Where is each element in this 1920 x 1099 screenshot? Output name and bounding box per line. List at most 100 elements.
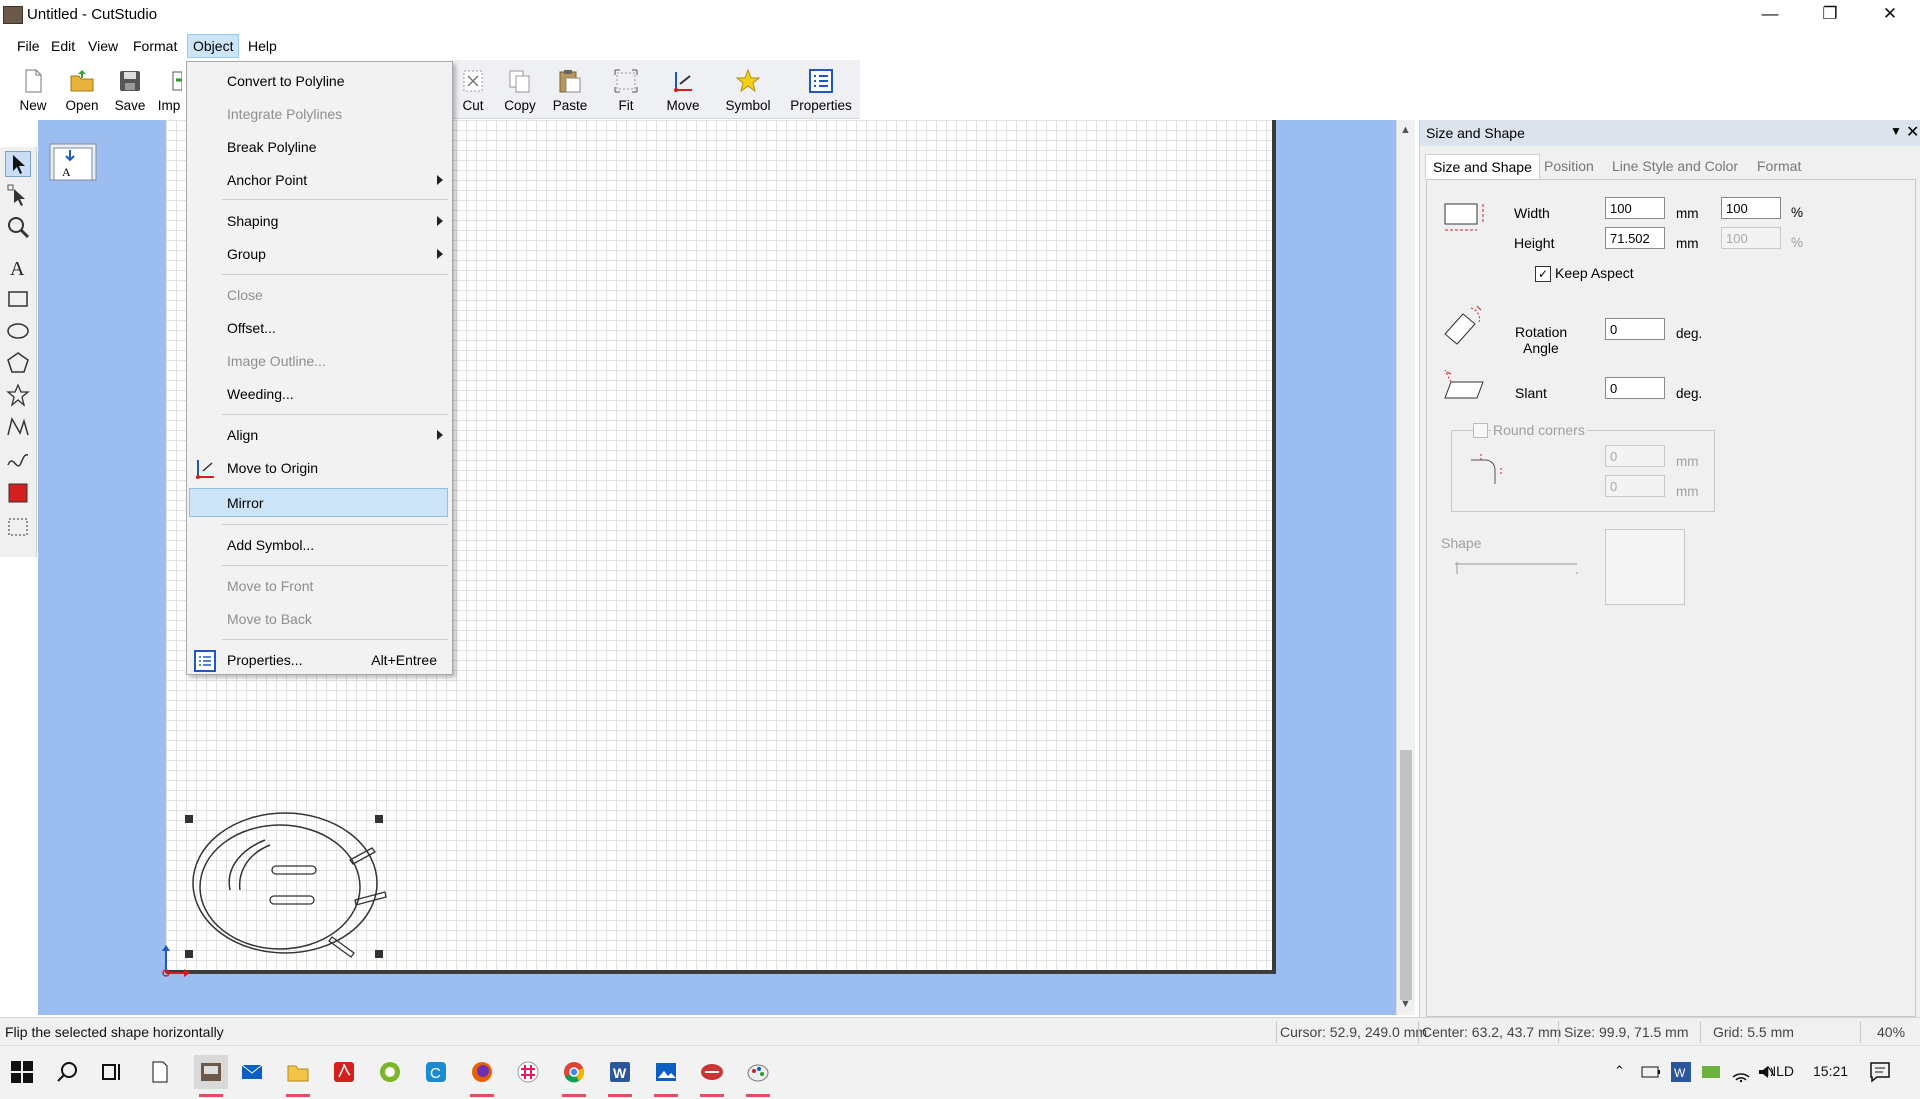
save-button[interactable]: Save	[104, 64, 156, 120]
restore-button[interactable]: ❐	[1800, 0, 1860, 30]
menu-edit[interactable]: Edit	[46, 36, 80, 56]
height-percent-unit: %	[1791, 235, 1804, 250]
tray-sync-icon[interactable]	[1700, 1061, 1722, 1083]
tray-language[interactable]: NLD	[1766, 1063, 1794, 1079]
scroll-down-arrow-icon[interactable]: ▼	[1400, 998, 1411, 1010]
menu-item-convert-to-polyline[interactable]: Convert to Polyline	[188, 68, 449, 95]
menu-file[interactable]: File	[12, 36, 45, 56]
menu-item-add-symbol[interactable]: Add Symbol...	[188, 532, 449, 559]
menu-object[interactable]: Object	[187, 34, 240, 58]
menu-item-properties[interactable]: Properties... Alt+Entree	[188, 647, 449, 674]
mail-icon[interactable]	[240, 1060, 264, 1084]
scroll-thumb[interactable]	[1400, 750, 1412, 1000]
ellipse-tool-icon[interactable]	[6, 319, 30, 343]
svg-text:A: A	[10, 258, 25, 279]
move-button[interactable]: Move	[657, 64, 709, 120]
green-app-icon[interactable]	[378, 1060, 402, 1084]
task-running-indicator	[562, 1094, 586, 1097]
node-edit-tool-icon[interactable]	[6, 183, 30, 207]
select-tool-arrow-icon[interactable]	[5, 151, 31, 177]
acrobat-icon[interactable]	[332, 1060, 356, 1084]
photos-icon[interactable]	[654, 1060, 678, 1084]
new-button[interactable]: New	[7, 64, 59, 120]
copy-button[interactable]: Copy	[494, 64, 546, 120]
taskbar: C W ⌃ W NLD 15:21	[0, 1045, 1920, 1099]
tray-wifi-icon[interactable]	[1730, 1061, 1752, 1083]
menu-item-label: Close	[227, 287, 263, 303]
polyline-tool-icon[interactable]	[6, 415, 30, 439]
tray-battery-icon[interactable]	[1640, 1061, 1662, 1083]
menu-item-offset[interactable]: Offset...	[188, 315, 449, 342]
polygon-tool-icon[interactable]	[6, 351, 30, 375]
open-button[interactable]: Open	[56, 64, 108, 120]
text-tool-icon[interactable]: A	[6, 255, 30, 280]
rectangle-tool-icon[interactable]	[6, 287, 30, 311]
panel-dropdown-icon[interactable]: ▼	[1890, 124, 1902, 138]
tab-position[interactable]: Position	[1537, 154, 1601, 178]
star-tool-icon[interactable]	[6, 383, 30, 407]
menu-item-align[interactable]: Align	[188, 422, 449, 449]
scroll-up-arrow-icon[interactable]: ▲	[1400, 124, 1411, 136]
menu-view[interactable]: View	[83, 36, 123, 56]
word-icon[interactable]: W	[608, 1060, 632, 1084]
import-button[interactable]: Imp	[152, 64, 186, 120]
cutstudio-task-icon[interactable]	[194, 1055, 228, 1089]
page-marker-icon[interactable]: A	[48, 138, 100, 182]
panel-close-icon[interactable]: ✕	[1906, 122, 1919, 142]
menu-item-shaping[interactable]: Shaping	[188, 208, 449, 235]
tab-format[interactable]: Format	[1750, 154, 1808, 178]
crop-marquee-tool-icon[interactable]	[6, 515, 30, 539]
menu-item-break-polyline[interactable]: Break Polyline	[188, 134, 449, 161]
menu-format[interactable]: Format	[128, 36, 182, 56]
fit-button[interactable]: Fit	[600, 64, 652, 120]
star-icon	[735, 68, 761, 94]
width-field[interactable]	[1605, 197, 1665, 219]
fill-color-tool-icon[interactable]	[6, 481, 30, 505]
tray-clock[interactable]: 15:21	[1813, 1063, 1848, 1079]
tab-size-and-shape[interactable]: Size and Shape	[1425, 154, 1540, 179]
minimize-button[interactable]: —	[1740, 0, 1800, 30]
keep-aspect-checkbox[interactable]: ✓	[1535, 266, 1551, 282]
menu-item-integrate-polylines: Integrate Polylines	[188, 101, 449, 128]
cut-button[interactable]: Cut	[447, 64, 499, 120]
round-corners-checkbox[interactable]	[1473, 423, 1488, 438]
save-label: Save	[114, 98, 146, 113]
status-size: Size: 99.9, 71.5 mm	[1564, 1024, 1689, 1040]
menu-item-anchor-point[interactable]: Anchor Point	[188, 167, 449, 194]
rotation-angle-field[interactable]	[1605, 318, 1665, 340]
slant-field[interactable]	[1605, 377, 1665, 399]
curve-tool-icon[interactable]	[6, 447, 30, 471]
selection-handle[interactable]	[375, 815, 383, 823]
task-view-icon[interactable]	[100, 1060, 124, 1084]
selection-handle[interactable]	[185, 815, 193, 823]
properties-button[interactable]: Properties	[790, 64, 852, 120]
cutstudio-app-icon[interactable]	[700, 1060, 724, 1084]
ccleaner-icon[interactable]: C	[424, 1060, 448, 1084]
slack-icon[interactable]	[516, 1060, 540, 1084]
size-dimensions-icon	[1441, 200, 1487, 234]
menu-help[interactable]: Help	[243, 36, 282, 56]
firefox-icon[interactable]	[470, 1060, 494, 1084]
width-percent-field[interactable]	[1721, 197, 1781, 219]
tab-line-style-and-color[interactable]: Line Style and Color	[1605, 154, 1745, 178]
tray-word-icon[interactable]: W	[1670, 1061, 1692, 1083]
paste-button[interactable]: Paste	[544, 64, 596, 120]
menu-item-weeding[interactable]: Weeding...	[188, 381, 449, 408]
canvas-vertical-scrollbar[interactable]: ▲ ▼	[1396, 120, 1415, 1015]
search-icon[interactable]	[56, 1060, 80, 1084]
symbol-button[interactable]: Symbol	[722, 64, 774, 120]
chrome-icon[interactable]	[562, 1060, 586, 1084]
height-field[interactable]	[1605, 227, 1665, 249]
file-explorer-icon[interactable]	[286, 1060, 310, 1084]
selection-handle[interactable]	[375, 950, 383, 958]
close-button[interactable]: ✕	[1860, 0, 1920, 30]
menu-item-move-to-origin[interactable]: Move to Origin	[188, 455, 449, 482]
zoom-tool-magnifier-icon[interactable]	[6, 215, 30, 239]
notepad-icon[interactable]	[148, 1060, 172, 1084]
tray-chevron-icon[interactable]: ⌃	[1614, 1063, 1625, 1079]
paint-icon[interactable]	[746, 1060, 770, 1084]
notifications-icon[interactable]	[1868, 1060, 1892, 1084]
windows-start-icon[interactable]	[10, 1060, 34, 1084]
menu-item-group[interactable]: Group	[188, 241, 449, 268]
menu-item-mirror[interactable]: Mirror	[189, 488, 448, 517]
